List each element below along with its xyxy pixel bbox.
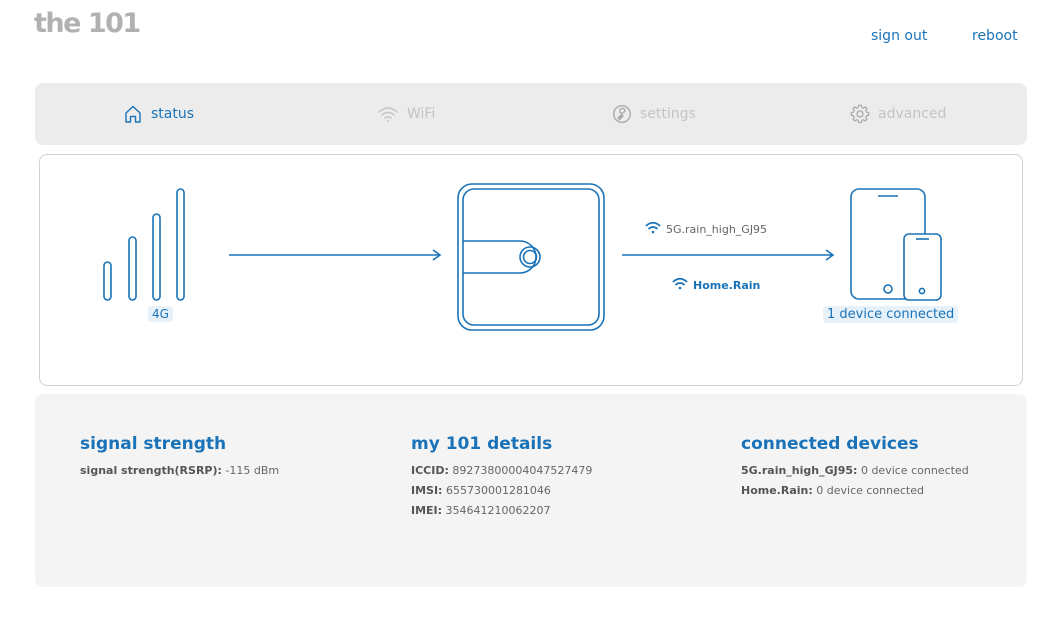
- ssid-5g-label: 5G.rain_high_GJ95: [645, 221, 767, 237]
- ssid2-devices-label: Home.Rain:: [741, 484, 813, 497]
- arrow-right-icon: [229, 249, 442, 261]
- tab-wifi[interactable]: WiFi: [377, 83, 435, 145]
- my101-details-section: my 101 details ICCID: 892738000040475274…: [411, 434, 592, 524]
- wifi-icon: [645, 221, 661, 237]
- imsi-row: IMSI: 655730001281046: [411, 484, 592, 504]
- settings-wrench-icon: [612, 104, 632, 124]
- devices-connected-badge: 1 device connected: [823, 306, 959, 323]
- tab-status-label: status: [151, 106, 195, 122]
- imei-value: 354641210062207: [445, 504, 551, 517]
- tab-settings[interactable]: settings: [612, 83, 696, 145]
- tab-advanced-label: advanced: [878, 106, 947, 122]
- nav-bar: status WiFi settings advanced: [35, 83, 1027, 145]
- gear-icon: [850, 104, 870, 124]
- reboot-link[interactable]: reboot: [972, 28, 1018, 44]
- network-diagram: 4G 5G.rain_high_GJ95 Home.Rain 1 device …: [39, 154, 1023, 386]
- tab-status[interactable]: status: [123, 83, 194, 145]
- imsi-value: 655730001281046: [445, 484, 551, 497]
- ssid-home-text: Home.Rain: [693, 278, 761, 292]
- imsi-label: IMSI:: [411, 484, 443, 497]
- details-panel: signal strength signal strength(RSRP): -…: [35, 394, 1027, 587]
- rsrp-label: signal strength(RSRP):: [80, 464, 222, 477]
- ssid1-devices-label: 5G.rain_high_GJ95:: [741, 464, 858, 477]
- iccid-label: ICCID:: [411, 464, 449, 477]
- arrow-right-icon: [622, 249, 835, 261]
- connected-devices-section: connected devices 5G.rain_high_GJ95: 0 d…: [741, 434, 969, 504]
- logo: the 101: [34, 8, 141, 39]
- tab-advanced[interactable]: advanced: [850, 83, 946, 145]
- wifi-icon: [672, 277, 688, 293]
- rsrp-value: -115 dBm: [225, 464, 280, 477]
- signal-strength-section: signal strength signal strength(RSRP): -…: [80, 434, 279, 484]
- network-type-badge: 4G: [148, 306, 173, 322]
- ssid2-devices-row: Home.Rain: 0 device connected: [741, 484, 969, 504]
- rsrp-row: signal strength(RSRP): -115 dBm: [80, 464, 279, 484]
- tablet-phone-icon: [850, 188, 942, 301]
- router-icon: [457, 183, 605, 331]
- iccid-value: 89273800004047527479: [452, 464, 593, 477]
- imei-label: IMEI:: [411, 504, 443, 517]
- ssid1-devices-value: 0 device connected: [860, 464, 969, 477]
- sign-out-link[interactable]: sign out: [871, 28, 927, 44]
- my101-details-title: my 101 details: [411, 434, 553, 454]
- imei-row: IMEI: 354641210062207: [411, 504, 592, 524]
- ssid-home-label: Home.Rain: [672, 277, 760, 293]
- wifi-icon: [377, 105, 399, 123]
- tab-settings-label: settings: [640, 106, 696, 122]
- signal-bars-icon: [103, 188, 185, 301]
- signal-strength-title: signal strength: [80, 434, 227, 454]
- connected-devices-title: connected devices: [741, 434, 919, 454]
- ssid2-devices-value: 0 device connected: [816, 484, 924, 497]
- tab-wifi-label: WiFi: [407, 106, 436, 122]
- iccid-row: ICCID: 89273800004047527479: [411, 464, 592, 484]
- ssid1-devices-row: 5G.rain_high_GJ95: 0 device connected: [741, 464, 969, 484]
- ssid-5g-text: 5G.rain_high_GJ95: [666, 222, 768, 236]
- home-icon: [123, 104, 143, 124]
